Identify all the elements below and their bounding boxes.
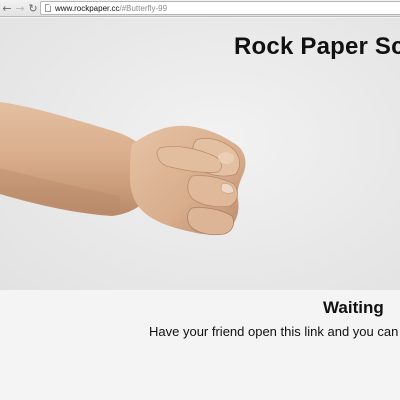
page-title: Rock Paper Sc: [234, 33, 400, 60]
status-section: Waiting Have your friend open this link …: [0, 290, 400, 400]
browser-toolbar: ← → ↻ www.rockpaper.cc/#Butterfly-99: [0, 0, 400, 17]
forward-arrow-icon[interactable]: →: [14, 1, 26, 15]
browser-window: ← → ↻ www.rockpaper.cc/#Butterfly-99 Roc…: [0, 0, 400, 400]
url-host: www.rockpaper.cc: [55, 3, 120, 13]
status-message: Have your friend open this link and you …: [149, 324, 400, 339]
reload-icon[interactable]: ↻: [27, 1, 39, 15]
hero-section: Rock Paper Sc: [0, 18, 400, 290]
url-path: /#Butterfly-99: [119, 3, 168, 13]
page-icon: [45, 4, 51, 12]
status-heading: Waiting: [323, 298, 384, 317]
back-arrow-icon[interactable]: ←: [1, 1, 13, 15]
address-bar[interactable]: www.rockpaper.cc/#Butterfly-99: [40, 1, 400, 15]
